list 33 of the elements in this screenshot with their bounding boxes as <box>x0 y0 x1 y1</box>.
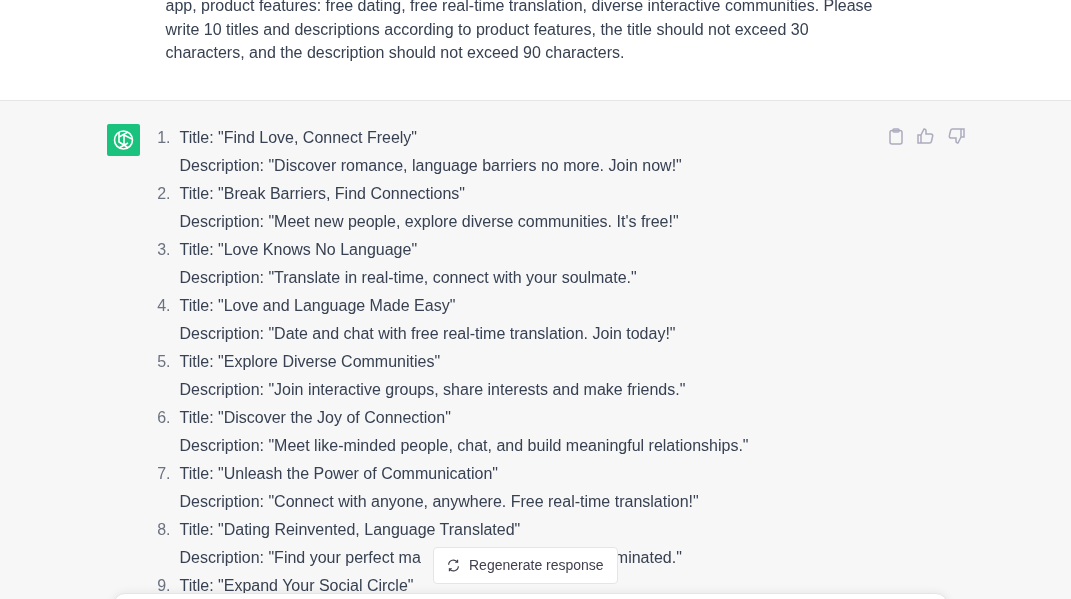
item-title: Title: "Find Love, Connect Freely" <box>179 129 418 146</box>
item-description: Description: "Join interactive groups, share interests and make friends." <box>179 380 686 400</box>
regenerate-button[interactable]: Regenerate response <box>433 547 618 584</box>
list-number: 9. <box>156 576 171 596</box>
item-title: Title: "Love and Language Made Easy" <box>179 297 456 314</box>
list-number: 2. <box>156 184 171 204</box>
item-title: Title: "Expand Your Social Circle" <box>179 577 414 594</box>
thumbs-down-icon[interactable] <box>947 128 965 144</box>
item-title: Title: "Dating Reinvented, Language Translated" <box>179 521 521 538</box>
item-description: Description: "Meet like-minded people, chat, and build meaningful relationships." <box>179 436 749 456</box>
thumbs-up-icon[interactable] <box>916 128 934 144</box>
copy-icon[interactable] <box>888 128 903 145</box>
item-title: Title: "Explore Diverse Communities" <box>179 353 441 370</box>
assistant-logo-icon <box>106 124 140 156</box>
list-number: 1. <box>156 128 171 148</box>
list-number: 5. <box>156 352 171 372</box>
list-number: 3. <box>156 240 171 260</box>
refresh-icon <box>447 559 460 572</box>
item-description: Description: "Discover romance, language barriers no more. Join now!" <box>179 156 682 176</box>
user-message: app, product features: free dating, free real-time translation, diverse interactive communities. Please write 10 titles and descriptions according to product features, the title should not exceed 30 characters, and the description should not exceed 90 characters. <box>164 0 874 63</box>
item-title: Title: "Unleash the Power of Communication" <box>179 465 498 482</box>
list-number: 8. <box>156 520 171 540</box>
item-title: Title: "Break Barriers, Find Connections" <box>179 185 466 202</box>
item-description: Description: "Date and chat with free real-time translation. Join today!" <box>179 324 676 344</box>
item-description: Description: "Find your perfect ma <box>179 548 421 568</box>
item-description: Description: "Meet new people, explore diverse communities. It's free!" <box>179 212 679 232</box>
item-description: Description: "Connect with anyone, anywhere. Free real-time translation!" <box>179 492 699 512</box>
list-number: 6. <box>156 408 171 428</box>
list-number: 4. <box>156 296 171 316</box>
item-description: Description: "Translate in real-time, connect with your soulmate." <box>179 268 637 288</box>
item-title: Title: "Discover the Joy of Connection" <box>179 409 451 426</box>
list-number: 7. <box>156 464 171 484</box>
item-title: Title: "Love Knows No Language" <box>179 241 418 258</box>
